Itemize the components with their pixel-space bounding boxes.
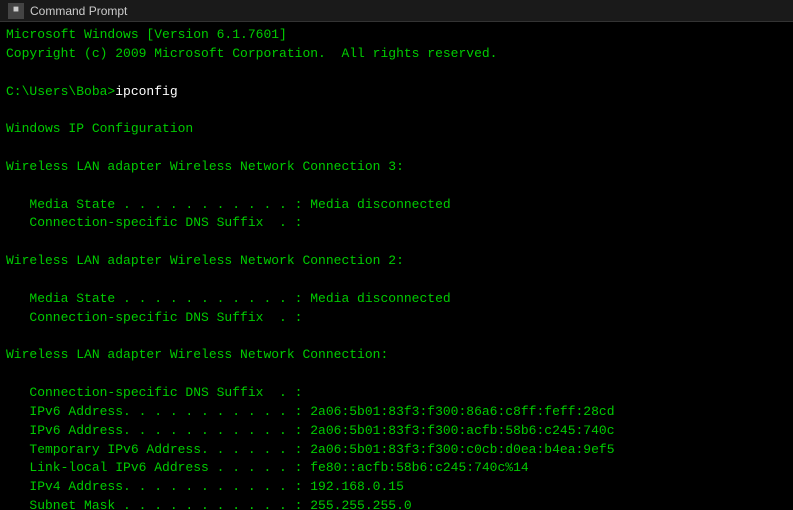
terminal-line: Connection-specific DNS Suffix . : xyxy=(6,214,787,233)
terminal-blank-line xyxy=(6,101,787,120)
terminal-line: Media State . . . . . . . . . . . : Medi… xyxy=(6,196,787,215)
terminal-line: Wireless LAN adapter Wireless Network Co… xyxy=(6,158,787,177)
terminal-blank-line xyxy=(6,365,787,384)
terminal-blank-line xyxy=(6,271,787,290)
terminal-line: IPv6 Address. . . . . . . . . . . : 2a06… xyxy=(6,422,787,441)
terminal-blank-line xyxy=(6,139,787,158)
terminal-line: C:\Users\Boba>ipconfig xyxy=(6,83,787,102)
terminal-line: Media State . . . . . . . . . . . : Medi… xyxy=(6,290,787,309)
terminal-line: Wireless LAN adapter Wireless Network Co… xyxy=(6,346,787,365)
terminal-line: Wireless LAN adapter Wireless Network Co… xyxy=(6,252,787,271)
terminal-line: Temporary IPv6 Address. . . . . . : 2a06… xyxy=(6,441,787,460)
terminal-blank-line xyxy=(6,177,787,196)
terminal-line: Link-local IPv6 Address . . . . . : fe80… xyxy=(6,459,787,478)
title-bar-icon: ■ xyxy=(8,3,24,19)
title-bar-title: Command Prompt xyxy=(30,4,127,18)
terminal-line: Subnet Mask . . . . . . . . . . . : 255.… xyxy=(6,497,787,510)
terminal-blank-line xyxy=(6,233,787,252)
terminal-line: Copyright (c) 2009 Microsoft Corporation… xyxy=(6,45,787,64)
title-bar: ■ Command Prompt xyxy=(0,0,793,22)
terminal-line: Connection-specific DNS Suffix . : xyxy=(6,384,787,403)
terminal-line: IPv6 Address. . . . . . . . . . . : 2a06… xyxy=(6,403,787,422)
terminal-blank-line xyxy=(6,328,787,347)
terminal-line: IPv4 Address. . . . . . . . . . . : 192.… xyxy=(6,478,787,497)
terminal-line: Microsoft Windows [Version 6.1.7601] xyxy=(6,26,787,45)
terminal-line: Windows IP Configuration xyxy=(6,120,787,139)
terminal-blank-line xyxy=(6,64,787,83)
terminal-line: Connection-specific DNS Suffix . : xyxy=(6,309,787,328)
terminal-window[interactable]: Microsoft Windows [Version 6.1.7601]Copy… xyxy=(0,22,793,510)
